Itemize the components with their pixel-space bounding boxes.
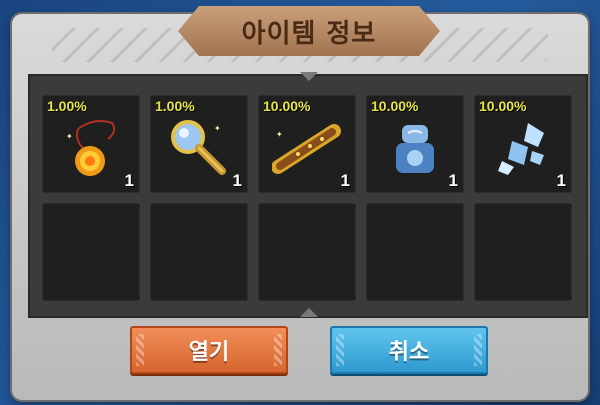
- empty-slot: [366, 203, 464, 301]
- zigzag-decoration: [136, 334, 144, 366]
- item-slot-1[interactable]: 1.00% ✦ 1: [42, 95, 140, 193]
- item-rate: 10.00%: [263, 98, 311, 114]
- ice-shard-icon: [498, 123, 544, 175]
- open-button[interactable]: 열기: [130, 326, 288, 374]
- fire-medallion-icon: ✦: [66, 120, 116, 176]
- dialog-title: 아이템 정보: [241, 18, 377, 49]
- item-slot-2[interactable]: 1.00% ✦ 1: [150, 95, 248, 193]
- item-slot-4[interactable]: 10.00% 1: [366, 95, 464, 193]
- item-rate: 1.00%: [47, 98, 87, 114]
- empty-slot: [258, 203, 356, 301]
- empty-slot: [474, 203, 572, 301]
- zigzag-decoration: [274, 334, 282, 366]
- item-quantity: 1: [232, 171, 242, 190]
- item-rate: 10.00%: [371, 98, 419, 114]
- chevron-down-icon: [300, 72, 318, 81]
- cancel-button-label: 취소: [388, 340, 430, 365]
- svg-text:✦: ✦: [66, 132, 73, 141]
- item-quantity: 1: [448, 171, 458, 190]
- svg-text:✦: ✦: [214, 124, 221, 133]
- open-button-label: 열기: [188, 340, 230, 365]
- magnifying-glass-icon: ✦: [171, 120, 226, 175]
- title-plate: 아이템 정보: [178, 6, 440, 56]
- zigzag-decoration: [474, 334, 482, 366]
- item-slot-5[interactable]: 10.00% 1: [474, 95, 572, 193]
- item-rate: 1.00%: [155, 98, 195, 114]
- empty-slot: [42, 203, 140, 301]
- chevron-up-icon: [300, 308, 318, 317]
- item-quantity: 1: [340, 171, 350, 190]
- golden-spyglass-icon: ✦: [272, 124, 341, 174]
- ice-stone-block-icon: [396, 125, 434, 173]
- item-quantity: 1: [124, 171, 134, 190]
- item-quantity: 1: [556, 171, 566, 190]
- zigzag-decoration: [336, 334, 344, 366]
- cancel-button[interactable]: 취소: [330, 326, 488, 374]
- empty-slot: [150, 203, 248, 301]
- item-rate: 10.00%: [479, 98, 527, 114]
- item-slot-3[interactable]: 10.00% ✦ 1: [258, 95, 356, 193]
- svg-text:✦: ✦: [276, 130, 283, 139]
- item-grid: 1.00% ✦ 1 1.00% ✦ 1 10.00% ✦ 1 10.00% 1 …: [42, 95, 572, 301]
